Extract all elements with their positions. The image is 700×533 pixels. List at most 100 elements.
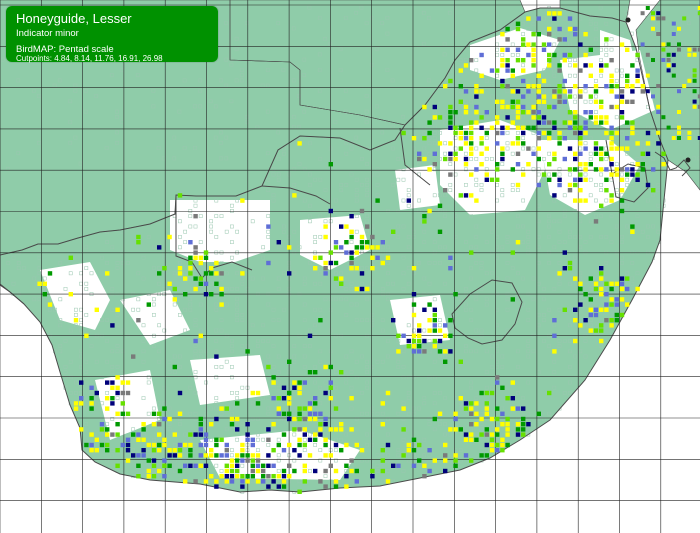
pentad-cell <box>229 422 235 427</box>
pentad-cell <box>183 479 188 484</box>
pentad-cell <box>604 177 609 182</box>
pentad-cell <box>214 484 219 489</box>
pentad-cell <box>573 130 578 136</box>
pentad-cell <box>505 442 510 448</box>
pentad-cell <box>526 146 531 151</box>
pentad-cell <box>463 63 469 68</box>
pentad-cell <box>552 318 557 323</box>
pentad-cell <box>547 162 552 167</box>
pentad-cell <box>463 401 469 406</box>
pentad-cell <box>432 416 437 422</box>
pentad-cell <box>552 16 557 21</box>
pentad-cell <box>609 297 614 302</box>
pentad-cell <box>136 463 141 468</box>
pentad-cell <box>604 63 609 68</box>
pentad-cell <box>307 453 313 458</box>
pentad-cell <box>547 390 552 396</box>
pentad-cell <box>505 63 510 68</box>
pentad-cell <box>645 52 650 57</box>
pentad-cell <box>562 120 567 125</box>
pentad-cell <box>333 479 339 484</box>
pentad-cell <box>479 141 484 146</box>
pentad-cell <box>614 281 619 286</box>
pentad-cell <box>593 115 599 120</box>
pentad-cell <box>448 333 453 338</box>
pentad-cell <box>599 104 604 110</box>
pentad-cell <box>349 396 354 401</box>
pentad-cell <box>240 442 245 448</box>
pentad-cell <box>463 110 469 115</box>
pentad-cell <box>214 416 219 422</box>
pentad-cell <box>188 255 193 260</box>
pentad-cell <box>193 250 198 255</box>
pentad-cell <box>531 52 536 58</box>
pentad-cell <box>370 234 375 240</box>
pentad-cell <box>557 141 562 146</box>
pentad-cell <box>235 427 240 432</box>
pentad-cell <box>604 120 609 125</box>
pentad-cell <box>687 52 692 57</box>
pentad-cell <box>463 437 469 442</box>
pentad-cell <box>359 286 365 292</box>
pentad-cell <box>84 333 89 338</box>
pentad-cell <box>510 380 515 385</box>
pentad-cell <box>666 52 671 57</box>
pentad-cell <box>552 89 557 94</box>
pentad-cell <box>640 11 645 16</box>
pentad-cell <box>432 338 437 344</box>
pentad-cell <box>552 104 557 110</box>
pentad-cell <box>271 375 276 380</box>
pentad-cell <box>162 458 167 463</box>
pentad-cell <box>105 442 110 448</box>
pentad-cell <box>219 406 224 411</box>
pentad-cell <box>89 385 94 390</box>
pentad-cell <box>313 468 318 474</box>
pentad-cell <box>365 240 370 245</box>
pentad-cell <box>567 89 573 94</box>
coastal-marker <box>685 157 691 163</box>
pentad-cell <box>510 120 515 125</box>
pentad-cell <box>567 125 573 130</box>
pentad-cell <box>411 448 417 453</box>
pentad-cell <box>120 411 125 416</box>
pentad-cell <box>94 307 99 312</box>
pentad-cell <box>261 463 266 468</box>
pentad-cell <box>593 281 599 286</box>
pentad-cell <box>271 474 276 479</box>
pentad-cell <box>510 104 515 110</box>
pentad-cell <box>692 99 697 104</box>
pentad-cell <box>427 448 432 453</box>
pentad-cell <box>380 401 385 406</box>
pentad-cell <box>125 411 131 416</box>
pentad-cell <box>505 47 510 52</box>
pentad-cell <box>73 406 79 411</box>
pentad-cell <box>526 84 531 89</box>
pentad-cell <box>469 411 474 416</box>
pentad-cell <box>432 328 437 333</box>
pentad-cell <box>344 250 349 255</box>
pentad-cell <box>323 234 328 240</box>
pentad-cell <box>162 437 167 442</box>
pentad-cell <box>401 130 406 136</box>
pentad-cell <box>547 11 552 16</box>
pentad-cell <box>448 349 453 354</box>
pentad-cell <box>609 136 614 141</box>
pentad-cell <box>105 432 110 437</box>
pentad-cell <box>661 47 666 52</box>
pentad-cell <box>417 344 422 349</box>
pentad-cell <box>307 406 313 411</box>
pentad-cell <box>157 448 162 453</box>
pentad-cell <box>297 385 302 390</box>
pentad-cell <box>120 380 125 385</box>
pentad-cell <box>110 385 115 390</box>
pentad-cell <box>177 193 183 198</box>
pentad-cell <box>484 130 489 136</box>
pentad-cell <box>391 229 396 234</box>
pentad-cell <box>474 110 479 115</box>
pentad-cell <box>599 271 604 276</box>
pentad-cell <box>526 89 531 94</box>
pentad-cell <box>406 338 411 344</box>
pentad-cell <box>313 255 318 260</box>
pentad-cell <box>604 318 609 323</box>
pentad-cell <box>495 432 500 437</box>
